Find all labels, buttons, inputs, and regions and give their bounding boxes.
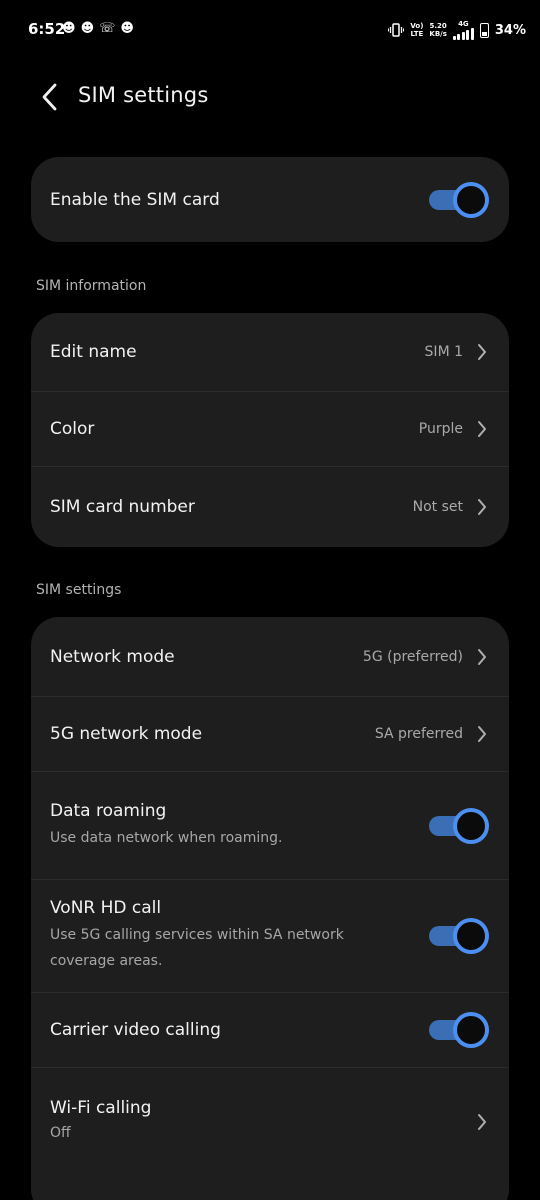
vonr-hd-call-toggle[interactable] bbox=[429, 918, 489, 954]
edit-name-label: Edit name bbox=[50, 342, 137, 362]
5g-network-mode-label: 5G network mode bbox=[50, 724, 203, 744]
status-time: 6:52 bbox=[28, 20, 66, 38]
chevron-right-icon bbox=[475, 725, 489, 743]
enable-sim-row[interactable]: Enable the SIM card bbox=[31, 157, 509, 242]
enable-sim-card: Enable the SIM card bbox=[31, 157, 509, 242]
data-roaming-description: Use data network when roaming. bbox=[50, 829, 283, 846]
wifi-calling-status: Off bbox=[50, 1125, 71, 1141]
edit-name-value: SIM 1 bbox=[424, 344, 463, 360]
back-arrow-icon bbox=[42, 83, 57, 111]
vibrate-icon bbox=[388, 23, 405, 37]
edit-name-row[interactable]: Edit name SIM 1 bbox=[31, 313, 509, 392]
sim-settings-header: SIM settings bbox=[36, 582, 122, 598]
sim-settings-screen: 6:52 ☻ ☻ ☏ ☻ Vo) LTE 5.20 KB/s 4G 34% SI… bbox=[0, 0, 540, 1200]
wifi-calling-label: Wi-Fi calling bbox=[50, 1098, 152, 1118]
back-button[interactable] bbox=[34, 80, 64, 114]
snapchat-icon: ☻ bbox=[80, 21, 95, 36]
signal-icon bbox=[452, 28, 474, 40]
network-mode-value: 5G (preferred) bbox=[362, 648, 463, 665]
network-type: 4G bbox=[458, 20, 469, 28]
sim-settings-card: Network mode 5G (preferred) 5G network m… bbox=[31, 617, 509, 1200]
chevron-right-icon bbox=[475, 420, 489, 438]
enable-sim-toggle[interactable] bbox=[429, 181, 489, 218]
vonr-hd-call-label: VoNR HD call bbox=[50, 898, 162, 918]
battery-percent: 34% bbox=[494, 22, 526, 38]
notification-icons: ☻ ☻ ☏ ☻ bbox=[62, 21, 134, 37]
sim-information-card: Edit name SIM 1 Color Purple SIM card nu… bbox=[31, 313, 509, 547]
5g-network-mode-value: SA preferred bbox=[374, 726, 463, 742]
enable-sim-label: Enable the SIM card bbox=[50, 189, 220, 210]
sim-card-number-row[interactable]: SIM card number Not set bbox=[31, 467, 509, 547]
vonr-hd-call-description: Use 5G calling services within SA networ… bbox=[50, 927, 344, 969]
carrier-video-calling-row[interactable]: Carrier video calling bbox=[31, 993, 509, 1068]
carrier-video-calling-label: Carrier video calling bbox=[50, 1020, 221, 1040]
data-roaming-toggle[interactable] bbox=[429, 807, 489, 844]
chevron-right-icon bbox=[475, 1113, 489, 1131]
color-value: Purple bbox=[418, 421, 463, 437]
chevron-right-icon bbox=[475, 343, 489, 361]
sim-card-number-value: Not set bbox=[412, 499, 463, 515]
status-right-icons: Vo) LTE 5.20 KB/s 4G 34% bbox=[388, 20, 526, 40]
status-bar: 6:52 ☻ ☻ ☏ ☻ Vo) LTE 5.20 KB/s 4G 34% bbox=[0, 0, 540, 62]
chevron-right-icon bbox=[475, 648, 489, 666]
signal-indicator: 4G bbox=[452, 20, 474, 40]
snapchat-icon: ☻ bbox=[120, 21, 134, 36]
chevron-right-icon bbox=[475, 498, 489, 516]
whatsapp-icon: ☏ bbox=[99, 21, 116, 36]
carrier-video-calling-toggle[interactable] bbox=[429, 1012, 489, 1048]
page-title: SIM settings bbox=[78, 83, 209, 107]
wifi-calling-row[interactable]: Wi-Fi calling Off bbox=[31, 1068, 509, 1176]
volte-indicator: Vo) LTE bbox=[410, 22, 424, 38]
sim-information-header: SIM information bbox=[36, 278, 147, 294]
color-label: Color bbox=[50, 419, 95, 439]
network-mode-row[interactable]: Network mode 5G (preferred) bbox=[31, 617, 509, 697]
data-roaming-row[interactable]: Data roaming Use data network when roami… bbox=[31, 772, 509, 880]
network-mode-label: Network mode bbox=[50, 646, 175, 667]
color-row[interactable]: Color Purple bbox=[31, 392, 509, 467]
snapchat-icon: ☻ bbox=[62, 21, 76, 36]
battery-icon bbox=[479, 22, 489, 38]
5g-network-mode-row[interactable]: 5G network mode SA preferred bbox=[31, 697, 509, 772]
network-speed: 5.20 KB/s bbox=[429, 22, 447, 38]
vonr-hd-call-row[interactable]: VoNR HD call Use 5G calling services wit… bbox=[31, 880, 509, 993]
data-roaming-label: Data roaming bbox=[50, 800, 167, 821]
sim-card-number-label: SIM card number bbox=[50, 497, 195, 517]
